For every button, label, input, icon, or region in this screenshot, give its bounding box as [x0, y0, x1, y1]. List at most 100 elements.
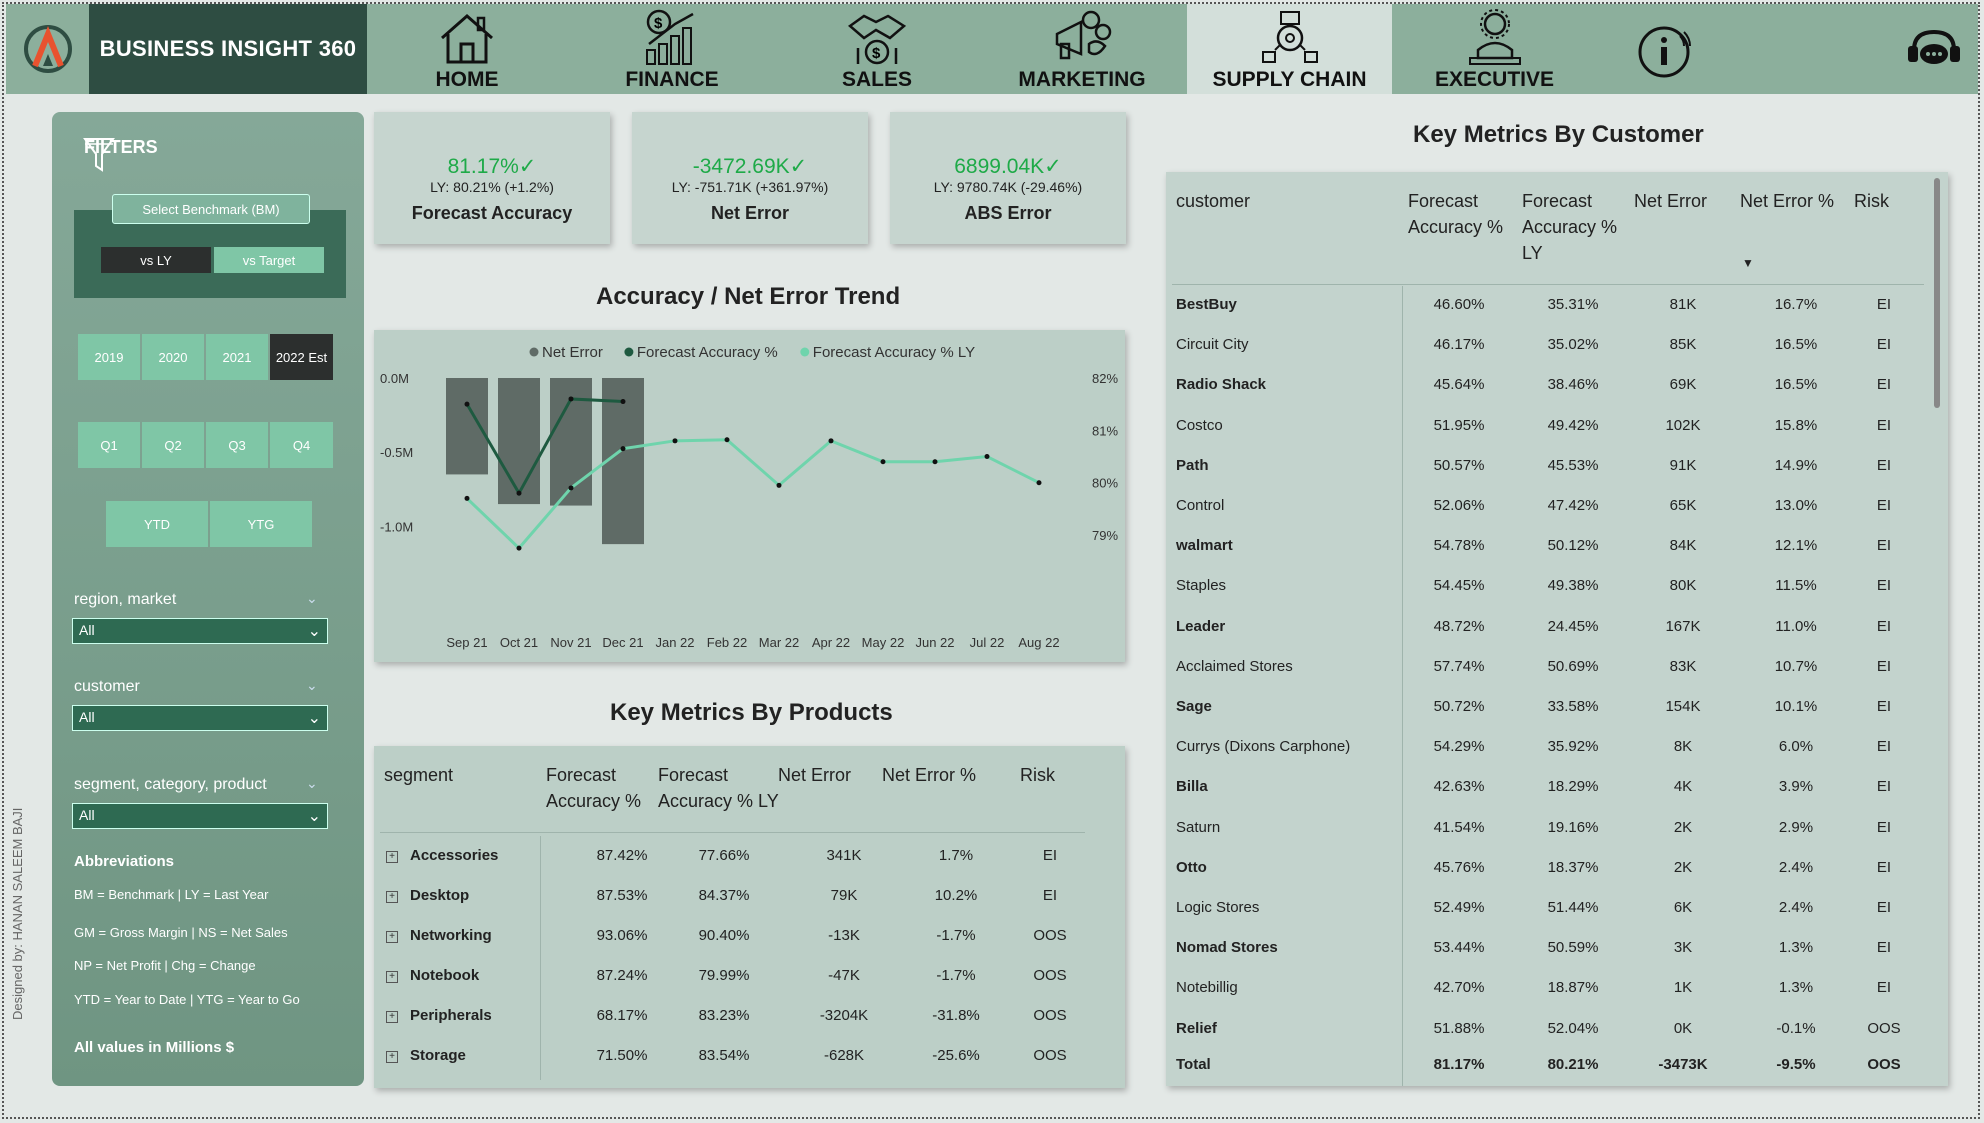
bm-vs-target-button[interactable]: vs Target	[214, 247, 324, 273]
chevron-down-icon[interactable]: ⌄	[306, 775, 318, 792]
total-cell: 80.21%	[1547, 1056, 1599, 1073]
table-cell: EI	[1876, 899, 1892, 916]
table-cell: 341K	[826, 847, 862, 864]
right-axis-tick: 80%	[1092, 476, 1118, 491]
quarter-q2-button[interactable]: Q2	[142, 422, 204, 468]
customer-name: Saturn	[1176, 818, 1221, 836]
chevron-down-icon[interactable]: ⌄	[306, 590, 318, 607]
table-cell: 154K	[1665, 698, 1701, 715]
nav-label: HOME	[435, 68, 499, 91]
trend-chart[interactable]: Net Error Forecast Accuracy % Forecast Acc…	[374, 330, 1125, 662]
nav-marketing[interactable]: MARKETING	[977, 4, 1187, 94]
table-cell: -1.7%	[936, 927, 976, 944]
finance-chart-icon: $	[646, 9, 694, 65]
expand-icon[interactable]: +	[386, 1051, 398, 1063]
year-2019-button[interactable]: 2019	[78, 334, 140, 380]
segment-name: Notebook	[410, 967, 480, 984]
total-label: Total	[1176, 1056, 1211, 1073]
region-select[interactable]: All ⌄	[72, 618, 328, 644]
customer-name: BestBuy	[1176, 296, 1237, 313]
table-cell: 33.58%	[1547, 698, 1599, 715]
expand-icon[interactable]: +	[386, 891, 398, 903]
ytg-button[interactable]: YTG	[210, 501, 312, 547]
table-cell: 2.9%	[1778, 818, 1814, 836]
customer-name: Staples	[1176, 577, 1227, 595]
customer-select[interactable]: All ⌄	[72, 705, 328, 731]
table-cell: 53.44%	[1433, 939, 1485, 957]
header-divider	[380, 832, 1085, 833]
kpi-title: Net Error	[710, 203, 790, 223]
accuracy-ly-line-point	[464, 495, 470, 501]
table-cell: 8K	[1673, 738, 1693, 756]
nav-home[interactable]: HOME	[367, 4, 567, 94]
table-cell: 50.12%	[1547, 537, 1599, 555]
table-cell: 167K	[1665, 617, 1701, 635]
nav-label: SUPPLY CHAIN	[1212, 68, 1367, 91]
column-header: Forecast Accuracy % LY	[658, 765, 779, 811]
products-title: Key Metrics By Products	[610, 699, 893, 726]
table-cell: 45.76%	[1433, 858, 1485, 876]
ytd-button[interactable]: YTD	[106, 501, 208, 547]
legend-label: Forecast Accuracy %	[637, 344, 778, 361]
quarter-q1-button[interactable]: Q1	[78, 422, 140, 468]
table-cell: 2K	[1673, 818, 1693, 836]
accuracy-ly-line-point	[776, 482, 782, 488]
table-cell: -3204K	[819, 1007, 869, 1024]
table-cell: 11.0%	[1775, 617, 1817, 635]
column-header: Net Error	[1634, 191, 1708, 211]
segment-select[interactable]: All ⌄	[72, 803, 328, 829]
year-2022-est-button[interactable]: 2022 Est	[270, 334, 333, 380]
expand-icon[interactable]: +	[386, 971, 398, 983]
quarter-q4-button[interactable]: Q4	[270, 422, 333, 468]
table-cell: 83.54%	[698, 1047, 750, 1064]
info-button[interactable]	[1636, 24, 1696, 85]
year-2020-button[interactable]: 2020	[142, 334, 204, 380]
customers-table: customer Forecast Accuracy % Forecast Accu…	[1166, 172, 1948, 1086]
year-2021-button[interactable]: 2021	[206, 334, 268, 380]
expand-icon[interactable]: +	[386, 1011, 398, 1023]
designed-by-credit: Designed by: HANAN SALEEM BAJI	[10, 807, 25, 1020]
kpi-title: Forecast Accuracy	[411, 203, 573, 223]
table-cell: 84.37%	[698, 887, 750, 904]
customers-scrollbar[interactable]	[1934, 178, 1940, 408]
table-cell: EI	[1876, 738, 1892, 756]
table-cell: 85K	[1669, 336, 1697, 354]
column-divider	[540, 836, 541, 1080]
nav-finance[interactable]: $ FINANCE	[567, 4, 777, 94]
table-cell: 18.87%	[1547, 979, 1599, 997]
sort-desc-icon[interactable]: ▼	[1742, 256, 1754, 270]
table-cell: 93.06%	[596, 927, 648, 944]
info-icon	[1638, 26, 1691, 78]
bm-vs-ly-button[interactable]: vs LY	[101, 247, 211, 273]
expand-icon[interactable]: +	[386, 931, 398, 943]
customer-name: Currys (Dixons Carphone)	[1176, 738, 1351, 756]
left-axis-tick: 0.0M	[380, 371, 409, 386]
chevron-down-icon[interactable]: ⌄	[306, 677, 318, 694]
customer-name: Control	[1176, 497, 1225, 514]
x-axis-tick: Jan 22	[655, 635, 694, 650]
app-logo[interactable]	[6, 4, 89, 94]
executive-icon	[1468, 9, 1521, 65]
quarter-q3-button[interactable]: Q3	[206, 422, 268, 468]
table-cell: 16.7%	[1774, 296, 1818, 313]
support-button[interactable]	[1906, 26, 1962, 79]
column-header: segment	[384, 765, 454, 785]
table-cell: 1.3%	[1778, 979, 1814, 997]
trend-title: Accuracy / Net Error Trend	[596, 283, 901, 310]
customer-name: Logic Stores	[1176, 899, 1260, 916]
all-values-note: All values in Millions $	[74, 1039, 235, 1056]
table-cell: 47.42%	[1547, 497, 1599, 514]
nav-sales[interactable]: $ SALES	[777, 4, 977, 94]
table-cell: 87.42%	[596, 847, 648, 864]
table-cell: 1K	[1673, 979, 1693, 997]
column-header: Forecast Accuracy %	[546, 765, 642, 811]
table-cell: 79.99%	[698, 967, 750, 984]
table-cell: 48.72%	[1433, 617, 1485, 635]
table-cell: 12.1%	[1774, 537, 1818, 555]
table-cell: 69K	[1669, 376, 1697, 394]
expand-icon[interactable]: +	[386, 851, 398, 863]
legend-marker	[529, 347, 539, 357]
nav-executive[interactable]: EXECUTIVE	[1392, 4, 1597, 94]
nav-supply-chain[interactable]: SUPPLY CHAIN	[1187, 4, 1392, 94]
total-cell: -9.5%	[1776, 1056, 1816, 1073]
